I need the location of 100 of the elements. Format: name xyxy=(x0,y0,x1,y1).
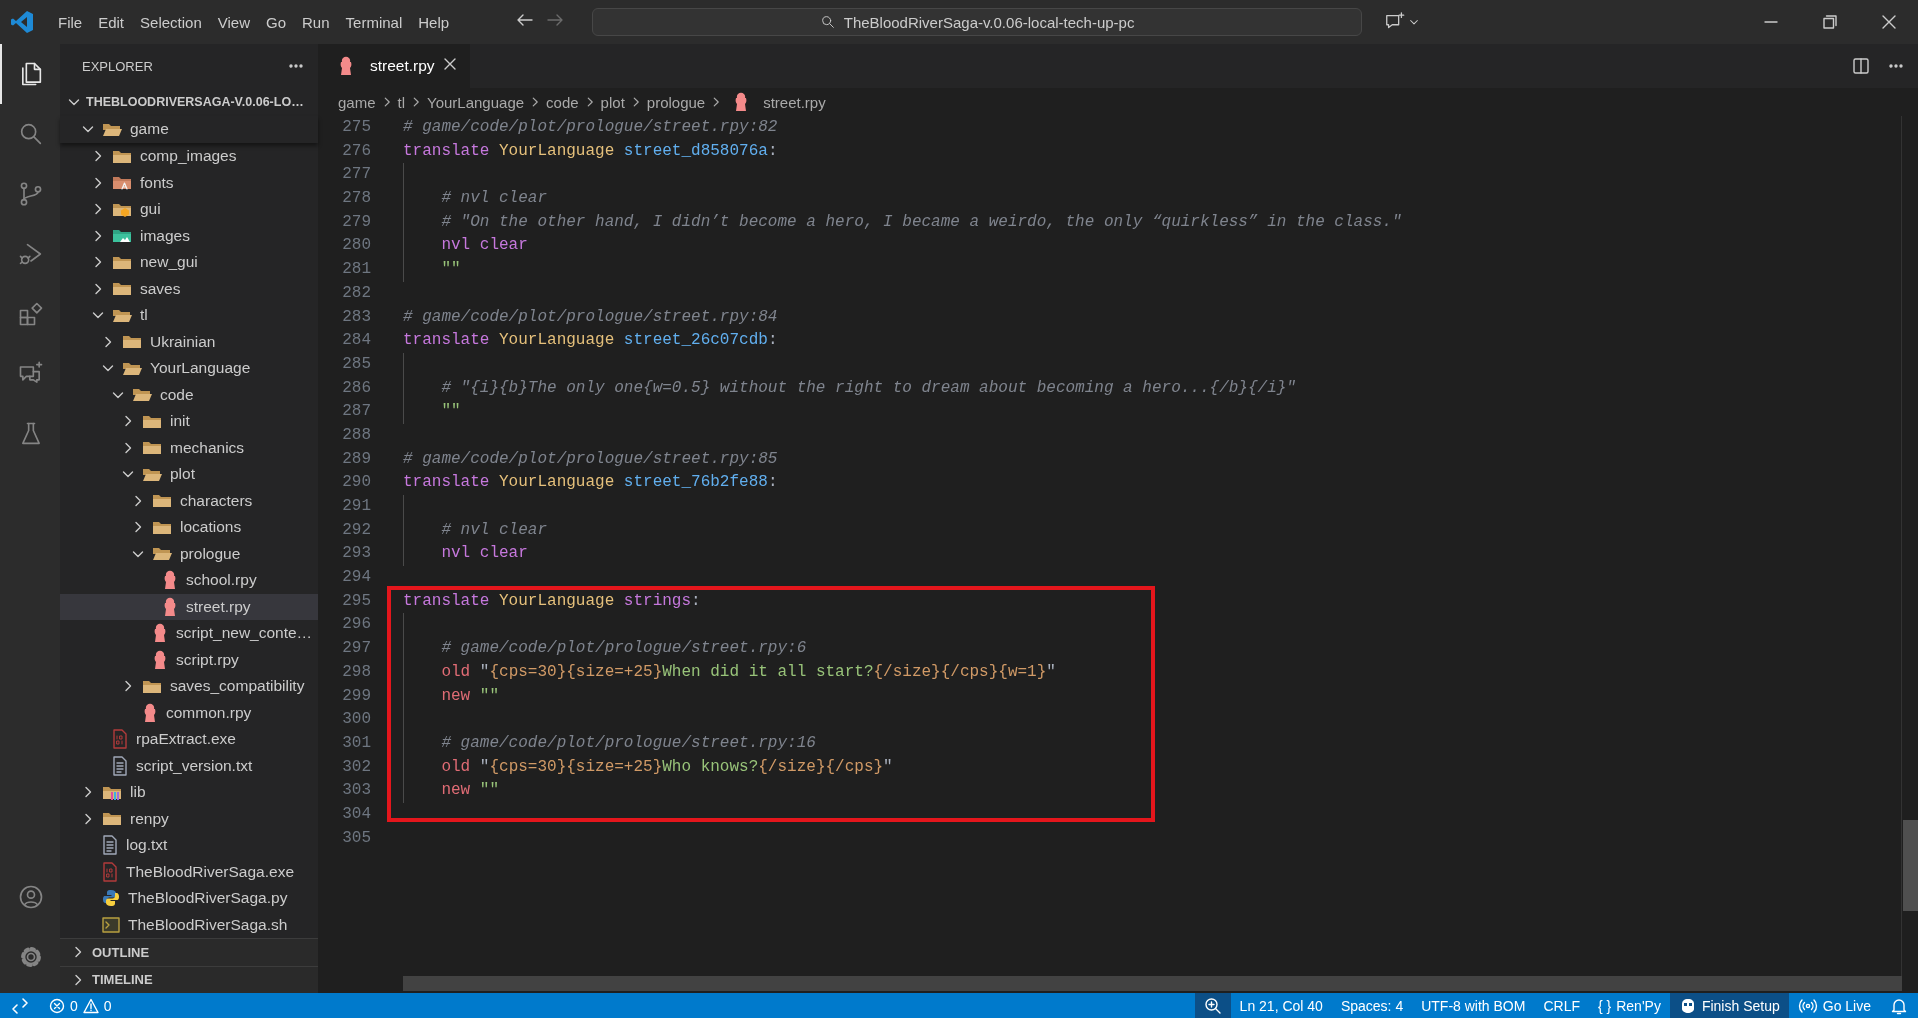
tree-item[interactable]: game xyxy=(60,115,318,144)
breadcrumb-item[interactable]: prologue xyxy=(646,93,706,111)
tree-item[interactable]: TheBloodRiverSaga.sh xyxy=(60,911,318,938)
status-item[interactable]: Ln 21, Col 40 xyxy=(1230,993,1332,1018)
status-item[interactable]: CRLF xyxy=(1534,993,1589,1018)
menu-item[interactable]: Go xyxy=(258,9,294,35)
tree-item[interactable]: renpy xyxy=(60,805,318,833)
line-number: 300 xyxy=(341,709,371,731)
document-icon xyxy=(112,755,128,776)
tree-item[interactable]: script_new_conte… xyxy=(60,620,318,647)
search-icon xyxy=(819,14,836,30)
panel-header[interactable]: OUTLINE xyxy=(60,938,318,966)
tree-item[interactable]: tl xyxy=(60,302,318,329)
tree-item[interactable]: lib xyxy=(60,779,318,806)
code-line: nvl clear xyxy=(441,543,528,565)
tree-item[interactable]: prologue xyxy=(60,540,318,568)
menu-item[interactable]: File xyxy=(50,9,91,35)
live-server-status[interactable]: Go Live xyxy=(1788,993,1880,1018)
line-number: 304 xyxy=(341,803,371,825)
editor-tab[interactable]: street.rpy xyxy=(318,44,470,88)
split-editor-icon[interactable] xyxy=(1852,57,1870,75)
command-center-search[interactable]: TheBloodRiverSaga-v.0.06-local-tech-up-pc xyxy=(592,8,1363,36)
code-line: # nvl clear xyxy=(441,188,548,210)
tree-item[interactable]: Ukrainian xyxy=(60,328,318,356)
folder-icon xyxy=(152,492,172,510)
menu-item[interactable]: View xyxy=(209,9,258,35)
line-number: 287 xyxy=(341,401,371,423)
status-item[interactable]: UTF-8 with BOM xyxy=(1412,993,1535,1018)
line-number: 276 xyxy=(341,140,371,162)
scrollbar-thumb[interactable] xyxy=(1903,820,1918,911)
workspace-root[interactable]: THEBLOODRIVERSAGA-V.0.06-LO… xyxy=(60,88,318,116)
tree-item[interactable]: code xyxy=(60,381,318,409)
menu-item[interactable]: Edit xyxy=(90,9,133,35)
blocks-icon[interactable] xyxy=(17,300,45,328)
close-icon[interactable] xyxy=(1881,15,1896,29)
breadcrumb-item[interactable]: street.rpy xyxy=(727,92,826,112)
scrollbar-thumb[interactable] xyxy=(403,976,1902,991)
tree-item[interactable]: fonts xyxy=(60,169,318,197)
account-icon[interactable] xyxy=(17,883,45,911)
tree-item[interactable]: images xyxy=(60,222,318,250)
breadcrumb-item[interactable]: game xyxy=(338,93,376,111)
tree-item[interactable]: init xyxy=(60,408,318,435)
tree-item[interactable]: locations xyxy=(60,514,318,541)
tree-item[interactable]: YourLanguage xyxy=(60,355,318,382)
menu-item[interactable]: Run xyxy=(294,9,338,35)
language-status[interactable]: { } Ren'Py xyxy=(1588,993,1670,1018)
document-icon xyxy=(102,835,118,856)
tree-item[interactable]: comp_images xyxy=(60,143,318,170)
line-number: 277 xyxy=(341,164,371,186)
tree-item[interactable]: mechanics xyxy=(60,434,318,462)
logo[interactable] xyxy=(10,10,34,34)
zoom-status[interactable] xyxy=(1194,993,1231,1018)
image-folder-icon xyxy=(112,227,132,245)
tree-item[interactable]: new_gui xyxy=(60,249,318,276)
folder-icon xyxy=(122,333,142,351)
status-item[interactable]: Spaces: 4 xyxy=(1331,993,1413,1018)
code-line: # "{i}{b}The only one{w=0.5} without the right to dream about becoming a hero...{/b}{/i}" xyxy=(441,377,1296,399)
breadcrumb-item[interactable]: tl xyxy=(397,93,406,111)
silhouette-icon xyxy=(142,702,158,723)
breadcrumb-item[interactable]: plot xyxy=(600,93,625,111)
menu-item[interactable]: Selection xyxy=(132,9,210,35)
tree-item[interactable]: TheBloodRiverSaga.exe xyxy=(60,858,318,886)
code-line: translate YourLanguage street_d858076a: xyxy=(403,140,778,162)
tree-item[interactable]: school.rpy xyxy=(60,567,318,594)
close-icon[interactable] xyxy=(442,57,457,71)
breadcrumb-item[interactable]: YourLanguage xyxy=(427,93,525,111)
tree-item[interactable]: script.rpy xyxy=(60,646,318,674)
tree-item[interactable]: saves_compatibility xyxy=(60,673,318,700)
menu-item[interactable]: Help xyxy=(410,9,458,35)
line-number: 290 xyxy=(341,472,371,494)
tree-item[interactable]: rpaExtract.exe xyxy=(60,726,318,753)
restore-icon[interactable] xyxy=(1822,15,1837,29)
tree-item[interactable]: characters xyxy=(60,487,318,515)
line-number: 286 xyxy=(341,377,371,399)
tree-item[interactable]: plot xyxy=(60,461,318,488)
tree-item[interactable]: log.txt xyxy=(60,832,318,859)
warning-count: 0 xyxy=(103,997,112,1014)
tree-item[interactable]: gui xyxy=(60,196,318,223)
line-number: 296 xyxy=(341,614,371,636)
problems-status[interactable]: 0 0 xyxy=(40,993,121,1018)
panel-header[interactable]: TIMELINE xyxy=(60,965,318,993)
zoom-in-icon[interactable] xyxy=(1203,996,1222,1015)
remote-icon[interactable] xyxy=(11,996,29,1015)
code-line: translate YourLanguage street_76b2fe88: xyxy=(403,472,778,494)
braces-symbol: { } xyxy=(1597,997,1612,1014)
tree-item[interactable]: script_version.txt xyxy=(60,752,318,780)
breadcrumb-item[interactable]: code xyxy=(546,93,579,111)
setup-status[interactable]: Finish Setup xyxy=(1669,993,1789,1018)
tree-item[interactable]: common.rpy xyxy=(60,699,318,727)
line-number: 278 xyxy=(341,188,371,210)
menu-item[interactable]: Terminal xyxy=(337,9,411,35)
line-number: 288 xyxy=(341,424,371,446)
code-line: # game/code/plot/prologue/street.rpy:16 xyxy=(441,732,816,754)
silhouette-icon xyxy=(162,596,178,617)
line-number: 285 xyxy=(341,353,371,375)
open-folder-icon xyxy=(152,545,172,563)
tree-item[interactable]: street.rpy xyxy=(60,593,318,621)
line-number: 275 xyxy=(341,117,371,138)
tree-item[interactable]: TheBloodRiverSaga.py xyxy=(60,885,318,912)
tree-item[interactable]: saves xyxy=(60,275,318,303)
